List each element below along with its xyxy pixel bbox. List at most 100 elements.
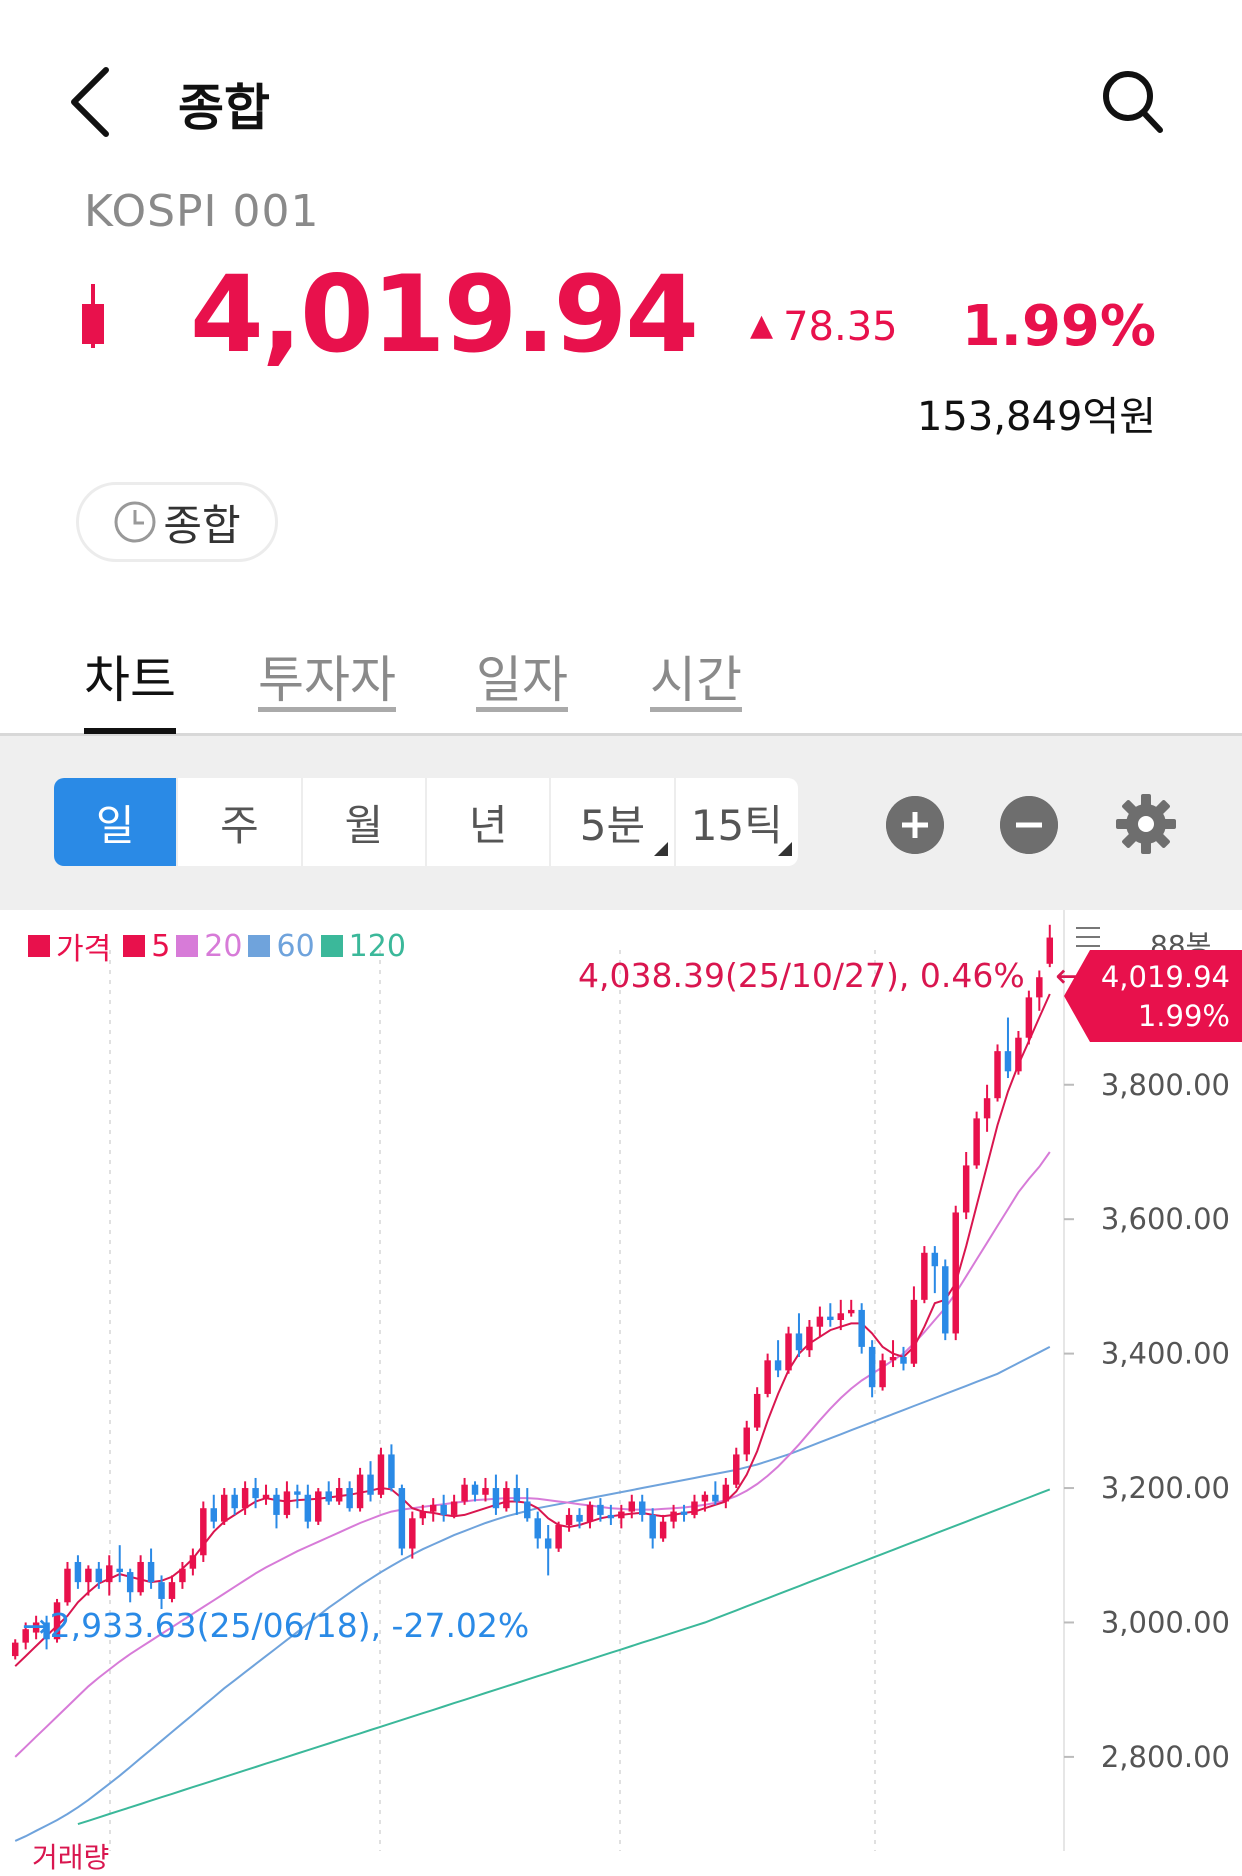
candle-body — [294, 1491, 301, 1495]
candle-body — [879, 1360, 886, 1388]
candle-body — [95, 1568, 103, 1583]
candle-body — [503, 1488, 510, 1509]
chart-area[interactable]: 3,800.00 3,600.00 3,400.00 3,200.00 3,000.00… — [0, 910, 1242, 1851]
y-tick-label: 3,000.00 — [1101, 1605, 1230, 1639]
price-change-value: 78.35 — [783, 304, 898, 350]
current-price: 4,019.94 — [190, 253, 699, 376]
legend-price: 가격 — [56, 932, 112, 967]
legend-ma60: 60 — [276, 928, 315, 964]
active-tab-indicator — [84, 728, 176, 734]
candle-body — [273, 1494, 280, 1515]
candle-body — [450, 1501, 458, 1515]
tab-time[interactable]: 시간 — [650, 640, 742, 712]
last-pct-label: 1.99% — [1137, 999, 1230, 1033]
price-change: ▲ 78.35 — [750, 304, 898, 350]
y-tick-label: 3,600.00 — [1101, 1202, 1230, 1236]
legend-swatch-ma20 — [176, 935, 199, 957]
candle-body — [346, 1488, 353, 1509]
candle-body — [210, 1508, 218, 1522]
candle-body — [85, 1568, 92, 1583]
legend-ma5: 5 — [151, 928, 171, 964]
candle-body — [409, 1518, 416, 1549]
candle-body — [106, 1565, 113, 1583]
candle-body — [304, 1494, 312, 1522]
period-5min[interactable]: 5분 — [551, 778, 676, 866]
candle-body — [785, 1333, 792, 1371]
dropdown-corner-icon — [653, 842, 668, 856]
period-day[interactable]: 일 — [54, 778, 179, 866]
session-label: 종합 — [163, 500, 241, 550]
candle-body — [262, 1494, 270, 1499]
candle-body — [471, 1484, 479, 1495]
candle-body — [847, 1309, 855, 1314]
last-price-label: 4,019.94 — [1100, 960, 1230, 994]
candle-body — [524, 1501, 531, 1519]
legend-ma120: 120 — [348, 928, 406, 964]
candle-body — [931, 1252, 939, 1267]
candle-body — [356, 1474, 364, 1509]
period-week[interactable]: 주 — [178, 778, 303, 866]
candle-body — [921, 1252, 928, 1300]
right-arrow-icon: → — [22, 1606, 50, 1645]
candle-body — [513, 1488, 521, 1502]
zoom-out-icon[interactable] — [1000, 796, 1058, 854]
ma120-line — [77, 1488, 1051, 1826]
candle-body — [649, 1514, 656, 1539]
candle-body — [555, 1525, 562, 1549]
candle-body — [691, 1501, 698, 1515]
period-15tick[interactable]: 15틱 — [676, 778, 798, 866]
zoom-in-icon[interactable] — [886, 796, 944, 854]
candle-body — [586, 1504, 594, 1522]
y-tick-label: 2,800.00 — [1101, 1740, 1230, 1774]
candle-body — [377, 1454, 385, 1495]
session-selector[interactable]: 종합 — [76, 482, 278, 562]
period-year[interactable]: 년 — [427, 778, 552, 866]
index-code: KOSPI 001 — [84, 186, 320, 237]
back-arrow-icon[interactable] — [62, 62, 122, 142]
candle-body — [994, 1051, 1001, 1099]
search-icon[interactable] — [1100, 66, 1166, 136]
candle-body — [419, 1511, 427, 1519]
candle-body — [774, 1360, 782, 1371]
tab-daily[interactable]: 일자 — [476, 640, 568, 712]
gear-icon[interactable] — [1114, 792, 1178, 856]
candle-body — [252, 1488, 259, 1499]
candle-body — [325, 1491, 332, 1502]
candle-body — [315, 1491, 322, 1522]
tab-investor[interactable]: 투자자 — [258, 640, 396, 712]
candle-body — [158, 1582, 165, 1599]
candle-body — [858, 1309, 865, 1347]
y-tick-label: 3,400.00 — [1101, 1337, 1230, 1371]
candle-body — [638, 1501, 646, 1515]
candle-body — [388, 1454, 395, 1489]
candle-body — [764, 1360, 771, 1394]
candle-body — [220, 1494, 228, 1522]
up-candle-icon — [82, 284, 104, 348]
volume-pane-label: 거래량 — [32, 1841, 110, 1874]
candle-body — [983, 1098, 991, 1119]
chart-legend: 가격 5 20 60 120 — [28, 924, 406, 968]
legend-swatch-price — [28, 935, 50, 957]
period-month[interactable]: 월 — [303, 778, 427, 866]
candle-body — [534, 1518, 541, 1539]
candle-body — [576, 1514, 583, 1522]
legend-swatch-ma60 — [248, 935, 271, 957]
candle-body — [429, 1504, 437, 1512]
price-chart[interactable]: 3,800.00 3,600.00 3,400.00 3,200.00 3,000.00… — [0, 910, 1242, 1851]
candle-body — [1004, 1051, 1012, 1072]
y-tick-label: 3,200.00 — [1101, 1471, 1230, 1505]
period-selector: 일 주 월 년 5분 15틱 — [54, 778, 798, 866]
menu-icon[interactable] — [1074, 924, 1102, 950]
candle-body — [733, 1454, 740, 1485]
candle-body — [628, 1501, 636, 1512]
candle-body — [889, 1356, 897, 1361]
tab-chart[interactable]: 차트 — [84, 640, 176, 712]
candle-body — [492, 1488, 500, 1509]
candle-body — [231, 1494, 238, 1509]
candle-body — [565, 1514, 573, 1526]
candle-body — [335, 1488, 343, 1502]
candle-body — [900, 1356, 907, 1364]
candle-body — [962, 1165, 970, 1213]
clock-icon — [114, 501, 156, 543]
y-tick-label: 3,800.00 — [1101, 1068, 1230, 1102]
